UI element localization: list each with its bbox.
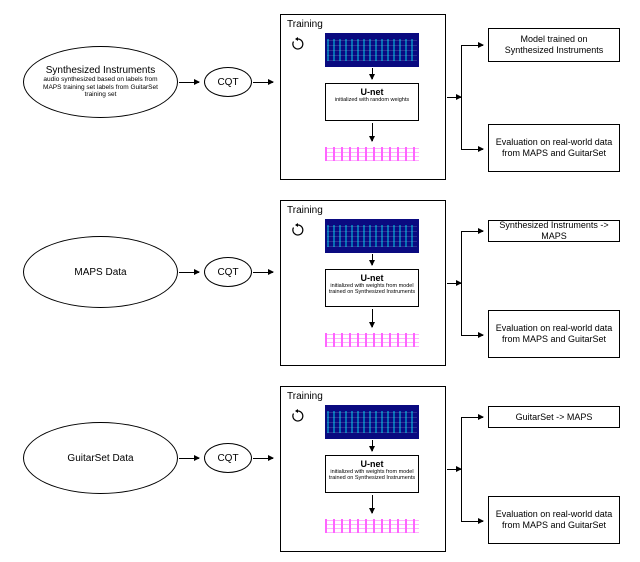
arrow (372, 68, 373, 79)
unet-sub: initialized with random weights (326, 97, 418, 103)
spectrogram-thumb (325, 405, 419, 439)
arrow (461, 231, 483, 232)
out-eval-2: Evaluation on real-world data from MAPS … (488, 310, 620, 358)
arrow (253, 82, 273, 83)
arrow (461, 521, 483, 522)
label: Synthesized Instruments -> MAPS (495, 220, 613, 242)
unet-sub: initialized with weights from model trai… (326, 283, 418, 295)
source-title: GuitarSet Data (67, 453, 133, 464)
unet-title: U-net (326, 273, 418, 283)
out-model-maps: Synthesized Instruments -> MAPS (488, 220, 620, 242)
loop-icon (291, 409, 305, 428)
cqt-label: CQT (217, 453, 238, 464)
source-title: Synthesized Instruments (46, 65, 156, 76)
unet-box: U-net initialized with weights from mode… (325, 455, 419, 493)
arrow-branch (461, 97, 462, 149)
cqt-node-1: CQT (204, 67, 252, 97)
source-sub: audio synthesized based on labels from M… (24, 76, 177, 99)
arrow-branch (461, 469, 462, 521)
out-eval-3: Evaluation on real-world data from MAPS … (488, 496, 620, 544)
arrow-branch (461, 283, 462, 335)
unet-title: U-net (326, 459, 418, 469)
arrow-stub (447, 469, 461, 470)
source-guitarset: GuitarSet Data (23, 422, 178, 494)
arrow (372, 123, 373, 141)
label: Evaluation on real-world data from MAPS … (495, 509, 613, 531)
cqt-node-2: CQT (204, 257, 252, 287)
training-label: Training (287, 19, 323, 30)
label: Model trained on Synthesized Instruments (495, 34, 613, 56)
label: Evaluation on real-world data from MAPS … (495, 137, 613, 159)
pianoroll-thumb (325, 517, 419, 535)
arrow (179, 272, 199, 273)
spectrogram-thumb (325, 33, 419, 67)
training-box-3: Training U-net initialized with weights … (280, 386, 446, 552)
arrow (461, 45, 483, 46)
source-maps: MAPS Data (23, 236, 178, 308)
arrow (461, 335, 483, 336)
cqt-label: CQT (217, 267, 238, 278)
out-eval-1: Evaluation on real-world data from MAPS … (488, 124, 620, 172)
label: Evaluation on real-world data from MAPS … (495, 323, 613, 345)
training-label: Training (287, 205, 323, 216)
arrow (179, 82, 199, 83)
arrow-stub (447, 97, 461, 98)
cqt-node-3: CQT (204, 443, 252, 473)
arrow (253, 458, 273, 459)
arrow (372, 440, 373, 451)
loop-icon (291, 37, 305, 56)
label: GuitarSet -> MAPS (516, 412, 593, 423)
arrow (461, 417, 483, 418)
spectrogram-thumb (325, 219, 419, 253)
arrow-stub (447, 283, 461, 284)
arrow (179, 458, 199, 459)
arrow-branch (461, 45, 462, 97)
out-model-guitarset: GuitarSet -> MAPS (488, 406, 620, 428)
training-box-1: Training U-net initialized with random w… (280, 14, 446, 180)
arrow (461, 149, 483, 150)
unet-box: U-net initialized with random weights (325, 83, 419, 121)
unet-box: U-net initialized with weights from mode… (325, 269, 419, 307)
unet-sub: initialized with weights from model trai… (326, 469, 418, 481)
arrow (372, 254, 373, 265)
source-synth: Synthesized Instruments audio synthesize… (23, 46, 178, 118)
out-model-synth: Model trained on Synthesized Instruments (488, 28, 620, 62)
cqt-label: CQT (217, 77, 238, 88)
arrow-branch (461, 417, 462, 469)
arrow-branch (461, 231, 462, 283)
unet-title: U-net (326, 87, 418, 97)
loop-icon (291, 223, 305, 242)
arrow (253, 272, 273, 273)
arrow (372, 309, 373, 327)
training-label: Training (287, 391, 323, 402)
pianoroll-thumb (325, 145, 419, 163)
arrow (372, 495, 373, 513)
training-box-2: Training U-net initialized with weights … (280, 200, 446, 366)
source-title: MAPS Data (74, 267, 126, 278)
pianoroll-thumb (325, 331, 419, 349)
